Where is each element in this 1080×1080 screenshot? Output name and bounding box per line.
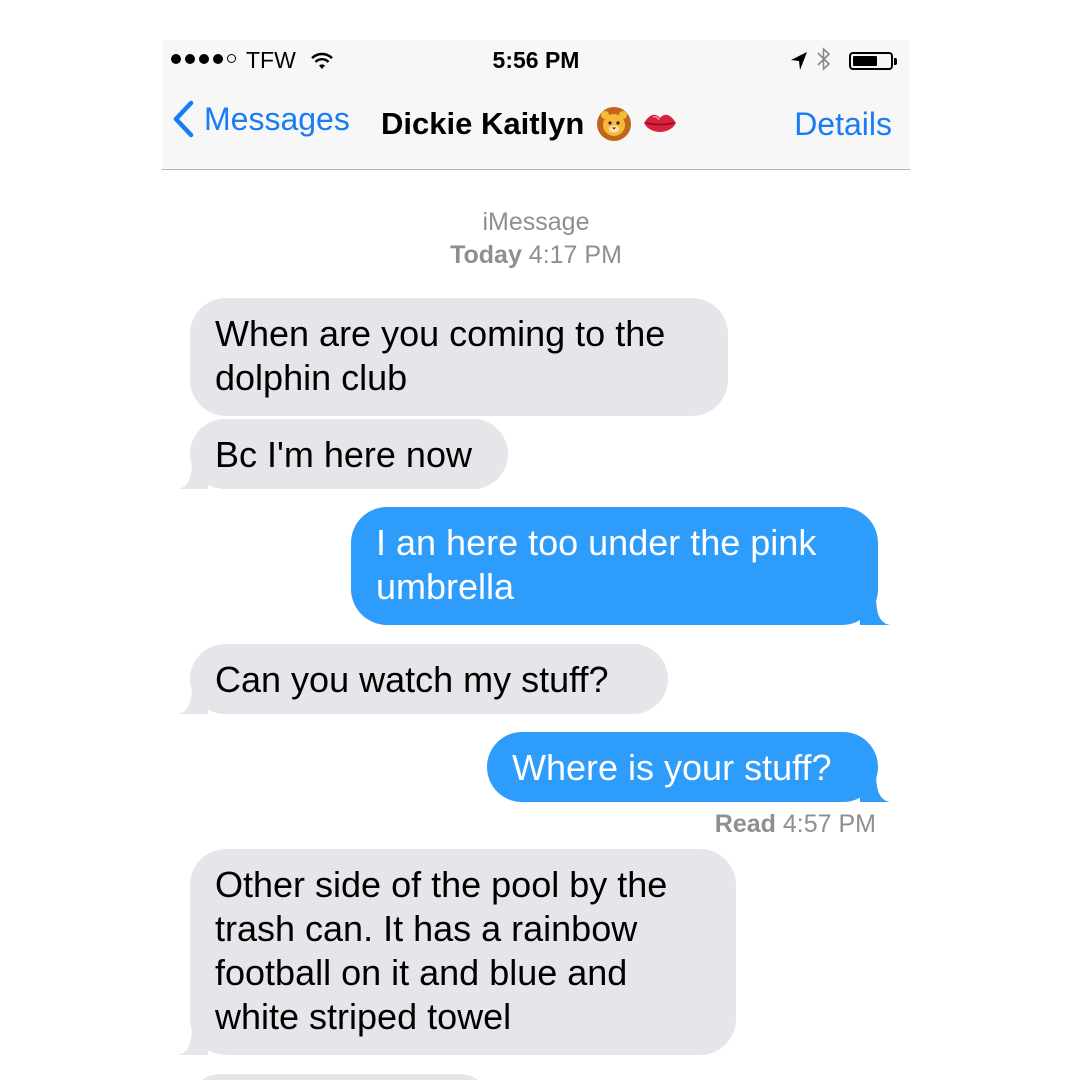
- message-text: Bc I'm here now: [215, 434, 472, 475]
- contact-title[interactable]: Dickie Kaitlyn: [381, 106, 678, 142]
- kiss-mark-icon: [642, 109, 678, 139]
- bubble-tail: [178, 684, 208, 714]
- timestamp-time: 4:17 PM: [528, 241, 622, 269]
- bubble-tail: [860, 772, 890, 802]
- read-receipt: Read 4:57 PM: [715, 810, 876, 839]
- thread-timestamp: Today 4:17 PM: [162, 241, 910, 270]
- outgoing-message-bubble[interactable]: I an here too under the pink umbrella: [351, 507, 890, 625]
- incoming-message-bubble[interactable]: When are you coming to the dolphin club: [190, 298, 728, 416]
- status-bar: TFW 5:56 PM: [162, 40, 910, 82]
- incoming-message-bubble[interactable]: Bc I'm here now: [178, 419, 508, 489]
- incoming-message-bubble[interactable]: Other side of the pool by the trash can.…: [178, 849, 736, 1055]
- messages-screen: TFW 5:56 PM Messages Dickie Kaitlyn Deta…: [162, 40, 910, 1080]
- battery-icon: [849, 52, 897, 70]
- message-text: Other side of the pool by the trash can.…: [215, 864, 668, 1037]
- message-text: I an here too under the pink umbrella: [376, 522, 817, 607]
- bubble-tail: [860, 595, 890, 625]
- bubble-tail: [178, 1025, 208, 1055]
- outgoing-message-bubble[interactable]: Where is your stuff?: [487, 732, 890, 802]
- bluetooth-icon: [817, 46, 831, 78]
- contact-name: Dickie Kaitlyn: [381, 106, 585, 141]
- service-label: iMessage: [482, 208, 590, 236]
- back-button[interactable]: Messages: [172, 100, 350, 138]
- details-button[interactable]: Details: [794, 106, 892, 143]
- chevron-left-icon: [173, 100, 194, 138]
- incoming-message-bubble[interactable]: Can you watch my stuff?: [178, 644, 668, 714]
- lion-face-icon: [596, 106, 632, 142]
- read-label: Read: [714, 810, 776, 838]
- location-arrow-icon: [790, 50, 808, 77]
- message-text: When are you coming to the dolphin club: [215, 313, 666, 398]
- incoming-message-bubble[interactable]: [190, 1074, 490, 1080]
- timestamp-day: Today: [450, 241, 522, 269]
- back-label: Messages: [204, 100, 350, 137]
- navigation-bar: TFW 5:56 PM Messages Dickie Kaitlyn Deta…: [162, 40, 910, 170]
- message-text: Can you watch my stuff?: [215, 659, 609, 700]
- message-text: Where is your stuff?: [512, 747, 832, 788]
- bubble-tail: [178, 459, 208, 489]
- read-time: 4:57 PM: [782, 810, 876, 838]
